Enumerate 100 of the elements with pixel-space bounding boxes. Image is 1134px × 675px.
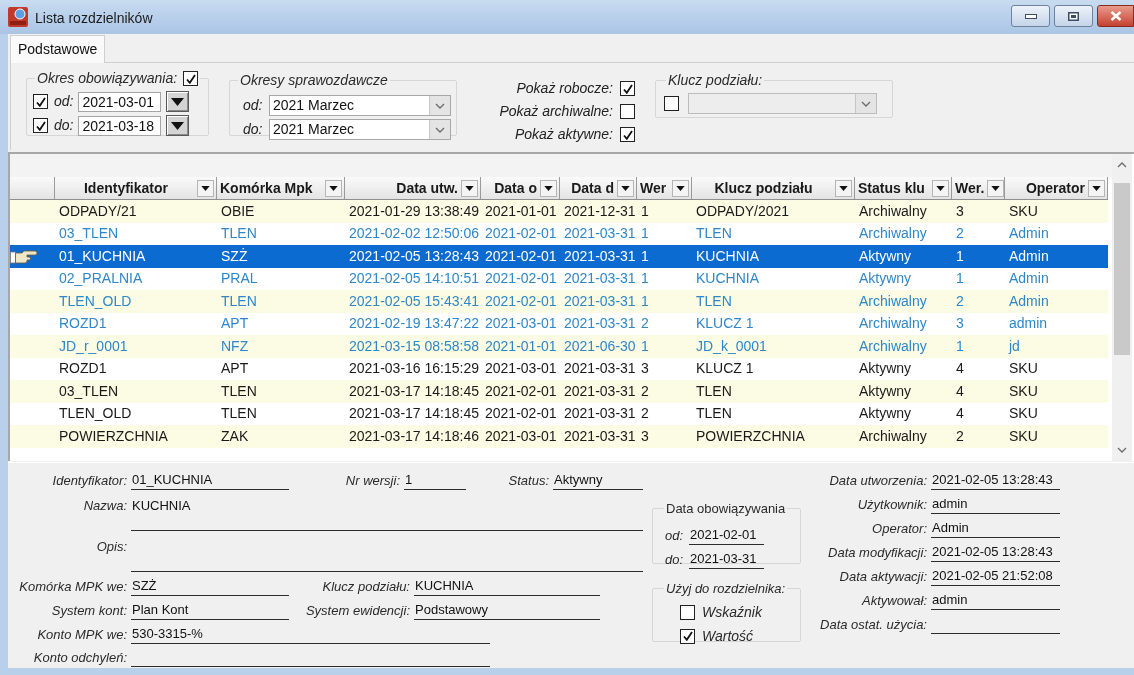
combo-box[interactable]: 2021 Marzec — [269, 95, 451, 116]
tab[interactable]: Podstawowe — [10, 35, 106, 63]
column-header[interactable]: Data utw. — [345, 177, 481, 199]
checkbox[interactable] — [620, 127, 635, 142]
table-cell-text: SKU — [1009, 201, 1038, 221]
column-header[interactable]: Wer. — [952, 177, 1005, 199]
table-cell-text: TLEN — [221, 291, 257, 311]
filter-button[interactable] — [987, 179, 1005, 197]
checkbox[interactable] — [183, 71, 199, 86]
minimize-icon — [1024, 13, 1037, 19]
table-cell-text: 2021-03-01 — [485, 426, 557, 446]
table-row[interactable]: TLEN_OLD TLEN 2021-02-05 15:43:41 2021-02-01 2021-03-31 1 TLEN Archiwalny 2 Admin — [10, 290, 1108, 313]
close-button[interactable] — [1097, 5, 1134, 27]
field-label: do: — [665, 551, 684, 569]
filter-button[interactable] — [197, 179, 214, 197]
scrollbar[interactable] — [1112, 154, 1132, 461]
table-cell-text: Aktywny — [859, 269, 912, 289]
column-header[interactable]: Status klu — [855, 177, 952, 199]
value-field: Podstawowy — [414, 600, 600, 620]
table-row[interactable]: 03_TLEN TLEN 2021-03-17 14:18:45 2021-02-01 2021-03-31 2 TLEN Aktywny 4 SKU — [10, 380, 1108, 403]
table-cell-text: 1 — [641, 336, 649, 356]
table-cell-text: ZAK — [221, 426, 249, 446]
table-row[interactable]: JD_r_0001 NFZ 2021-03-15 08:58:58 2021-01-01 2021-06-30 1 JD_k_0001 Archiwalny 1 jd — [10, 335, 1108, 358]
table-cell-text: 2 — [641, 314, 649, 334]
option-label: Pokaż robocze: — [516, 79, 613, 98]
checkbox[interactable] — [620, 81, 635, 96]
table-cell-text: ODPADY/2021 — [696, 201, 790, 221]
table-row[interactable]: ODPADY/21 OBIE 2021-01-29 13:38:49 2021-01-01 2021-12-31 1 ODPADY/2021 Archiwalny 3 SKU — [10, 200, 1108, 223]
dropdown-button[interactable] — [166, 91, 190, 112]
filter-button[interactable] — [325, 179, 342, 197]
minimize-button[interactable] — [1011, 5, 1050, 27]
table-row[interactable]: 01_KUCHNIA SZŻ 2021-02-05 13:28:43 2021-02-01 2021-03-31 1 KUCHNIA Aktywny 1 Admin — [10, 245, 1108, 268]
field-label: Opis: — [96, 538, 127, 556]
table-cell-text: NFZ — [221, 336, 249, 356]
table-cell-text: 1 — [956, 336, 964, 356]
value-field: SZŻ — [131, 576, 289, 596]
table-cell-text: ROZD1 — [59, 359, 107, 379]
filter-button[interactable] — [540, 179, 557, 197]
checkbox[interactable] — [33, 118, 48, 133]
chevron-down-icon — [435, 102, 445, 109]
table-cell-text: admin — [1009, 314, 1048, 334]
filter-button[interactable] — [617, 179, 634, 197]
table-cell-text: 3 — [641, 359, 649, 379]
combo-box[interactable]: 2021 Marzec — [269, 119, 451, 140]
checkmark-icon — [185, 73, 196, 84]
field-label: System ewidencji: — [305, 602, 410, 620]
checkmark-icon — [682, 631, 693, 641]
checkbox[interactable] — [680, 628, 695, 644]
table-cell-text: 3 — [956, 201, 964, 221]
date-field[interactable]: 2021-03-18 — [78, 115, 162, 136]
table-cell-text: 2021-03-01 — [485, 314, 557, 334]
checkmark-icon — [35, 120, 46, 131]
column-header[interactable]: Wer — [637, 177, 692, 199]
table-cell-text: TLEN — [696, 224, 732, 244]
date-field[interactable]: 2021-03-01 — [78, 91, 162, 112]
table-cell-text: SKU — [1009, 404, 1038, 424]
table-cell-text: 2021-02-01 — [485, 404, 557, 424]
table-cell-text: Aktywny — [859, 359, 912, 379]
option-label: Pokaż aktywne: — [514, 125, 613, 144]
checkbox[interactable] — [620, 104, 635, 119]
value-field: Plan Kont — [131, 600, 289, 620]
column-header[interactable]: Operator — [1005, 177, 1108, 199]
table-row[interactable]: POWIERZCHNIA ZAK 2021-03-17 14:18:46 2021-03-01 2021-03-31 3 POWIERZCHNIA Archiwalny 2 SKU — [10, 425, 1108, 448]
column-header[interactable]: Klucz podziału — [692, 177, 855, 199]
filter-button[interactable] — [1088, 179, 1105, 197]
field-label: do: — [54, 116, 74, 135]
table-cell-text: 2021-03-31 — [564, 246, 636, 266]
dropdown-button[interactable] — [166, 115, 190, 136]
scrollbar-thumb[interactable] — [1114, 183, 1130, 355]
filter-button[interactable] — [932, 179, 949, 197]
filter-button[interactable] — [461, 179, 478, 197]
table-cell-text: 1 — [956, 269, 964, 289]
group-label: Użyj do rozdzielnika: — [666, 581, 786, 596]
field-label: Komórka MPK we: — [19, 578, 127, 596]
filter-button[interactable] — [835, 179, 852, 197]
column-header[interactable]: Data d — [560, 177, 637, 199]
table-cell-text: 01_KUCHNIA — [59, 246, 146, 266]
table-cell-text: 1 — [641, 224, 649, 244]
checkbox[interactable] — [33, 94, 48, 109]
field-label: Konto MPK we: — [37, 626, 127, 644]
column-header[interactable]: Komórka Mpk — [217, 177, 345, 199]
table-cell-text: 2021-03-17 14:18:45 — [349, 404, 479, 424]
column-header[interactable]: Identyfikator — [55, 177, 217, 199]
table-cell-text: Archiwalny — [859, 201, 927, 221]
checkbox[interactable] — [680, 604, 695, 620]
table-cell-text: 03_TLEN — [59, 381, 119, 401]
table-cell-text: 03_TLEN — [59, 224, 119, 244]
table-cell-text: KLUCZ 1 — [696, 314, 754, 334]
table-cell-text: Archiwalny — [859, 336, 927, 356]
table-cell-text: 2021-03-31 — [564, 224, 636, 244]
close-icon — [1109, 11, 1122, 21]
table-cell-text: 2021-03-15 08:58:58 — [349, 336, 479, 356]
column-header[interactable]: Data o — [481, 177, 560, 199]
table-cell-text: POWIERZCHNIA — [696, 426, 805, 446]
table-cell-text: 2021-06-30 — [564, 336, 636, 356]
filter-button[interactable] — [672, 179, 689, 197]
field-label: od: — [665, 527, 684, 545]
group-label: Klucz podziału: — [668, 72, 763, 88]
maximize-button[interactable] — [1054, 5, 1093, 27]
table-cell-text: APT — [221, 359, 249, 379]
